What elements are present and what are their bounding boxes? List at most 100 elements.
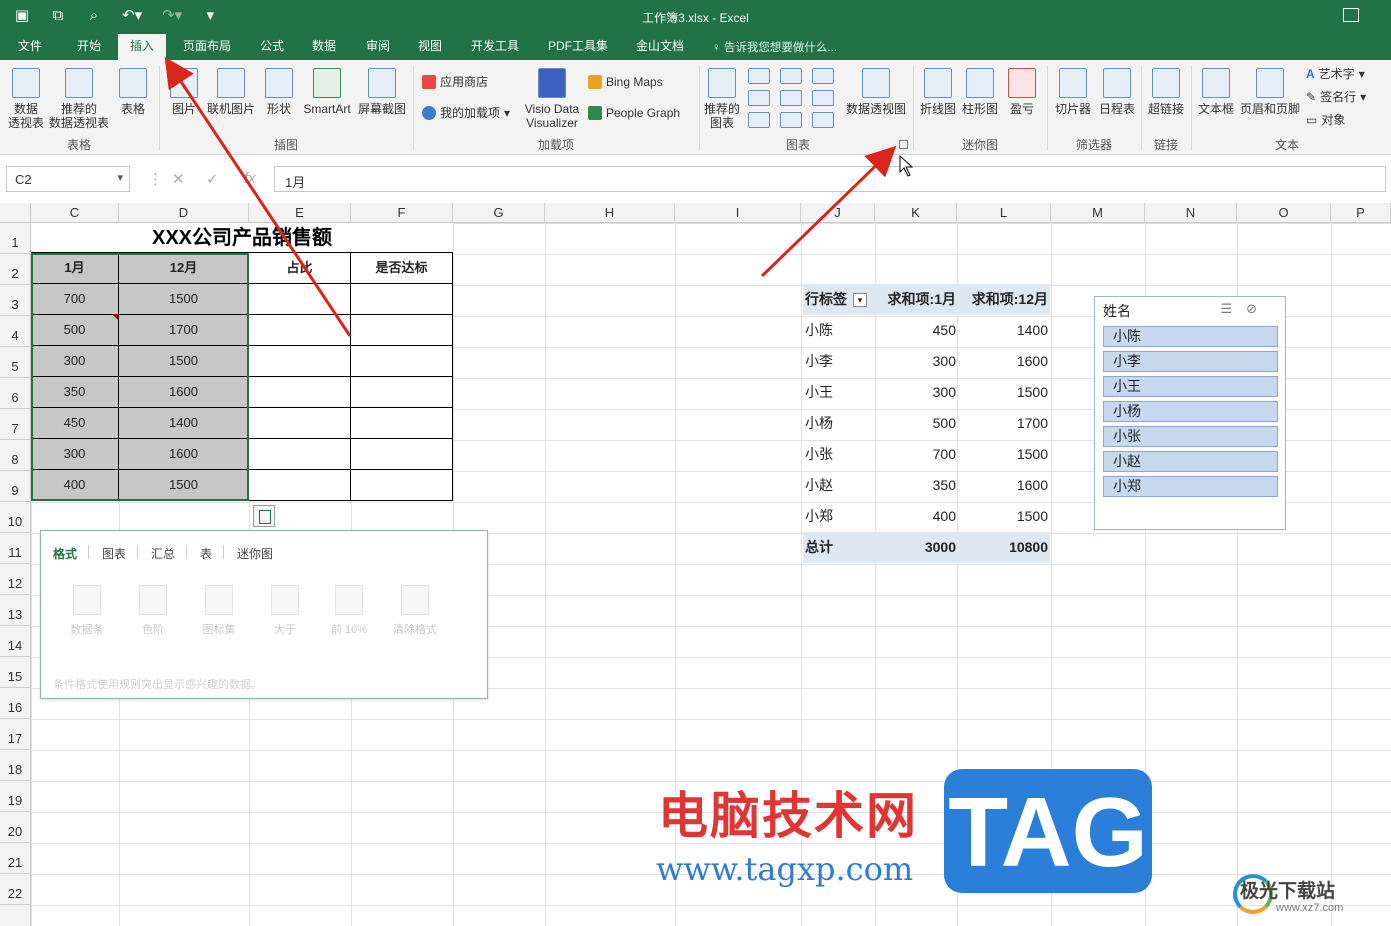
pivot-cell[interactable]: 1500	[958, 377, 1050, 408]
quick-analysis-button[interactable]	[253, 505, 275, 527]
slicer-item[interactable]: 小陈	[1103, 326, 1278, 347]
pivot-cell[interactable]: 1400	[958, 315, 1050, 346]
table-cell[interactable]: 300	[31, 346, 119, 377]
pivot-total-cell[interactable]: 10800	[958, 532, 1050, 563]
wordart-button[interactable]: A 艺术字 ▾	[1306, 66, 1365, 82]
pivot-cell[interactable]: 小张	[803, 439, 878, 470]
pivot-header-cell[interactable]: 求和项:1月	[878, 284, 958, 315]
pivot-cell[interactable]: 小赵	[803, 470, 878, 501]
hierarchy-chart-icon[interactable]	[780, 68, 802, 84]
pivot-cell[interactable]: 小王	[803, 377, 878, 408]
pivot-cell[interactable]: 1500	[958, 501, 1050, 532]
column-header-K[interactable]: K	[875, 203, 957, 223]
store-button[interactable]: 应用商店	[422, 74, 488, 90]
sheet-title[interactable]: XXX公司产品销售额	[31, 223, 453, 253]
pictures-button[interactable]: 图片	[167, 68, 201, 116]
filter-dropdown-icon[interactable]: ▾	[853, 293, 867, 308]
row-header-19[interactable]: 19	[0, 781, 30, 812]
tab-review[interactable]: 审阅	[356, 34, 400, 60]
qa-tab-tables[interactable]: 表	[200, 545, 212, 562]
row-header-10[interactable]: 10	[0, 502, 30, 533]
hyperlink-button[interactable]: 超链接	[1145, 68, 1187, 116]
pivot-total-cell[interactable]: 3000	[878, 532, 958, 563]
tab-file[interactable]: 文件	[8, 34, 52, 60]
row-header-21[interactable]: 21	[0, 843, 30, 874]
formula-input[interactable]: 1月	[274, 166, 1386, 192]
slicer-item[interactable]: 小郑	[1103, 476, 1278, 497]
tab-kingsoft-docs[interactable]: 金山文档	[626, 34, 694, 60]
radar-chart-icon[interactable]	[812, 112, 834, 128]
tab-home[interactable]: 开始	[66, 34, 112, 60]
restore-window-icon[interactable]	[1343, 8, 1359, 22]
winloss-sparkline-button[interactable]: 盈亏	[1004, 68, 1040, 116]
pivot-cell[interactable]: 700	[878, 439, 958, 470]
table-header-cell[interactable]: 1月	[31, 253, 119, 284]
table-cell[interactable]: 400	[31, 470, 119, 501]
column-header-P[interactable]: P	[1331, 203, 1391, 223]
pivot-cell[interactable]: 小杨	[803, 408, 878, 439]
column-header-E[interactable]: E	[249, 203, 351, 223]
column-header-I[interactable]: I	[675, 203, 801, 223]
tab-formulas[interactable]: 公式	[250, 34, 294, 60]
pivot-cell[interactable]: 小陈	[803, 315, 878, 346]
table-cell[interactable]	[249, 408, 351, 439]
insert-function-icon[interactable]: fx	[244, 170, 256, 187]
row-header-20[interactable]: 20	[0, 812, 30, 843]
row-header-2[interactable]: 2	[0, 254, 30, 285]
row-header-3[interactable]: 3	[0, 285, 30, 316]
shapes-button[interactable]: 形状	[262, 68, 296, 116]
row-header-14[interactable]: 14	[0, 626, 30, 657]
qa-tab-totals[interactable]: 汇总	[151, 545, 175, 562]
bing-maps-button[interactable]: Bing Maps	[588, 74, 663, 90]
pivot-cell[interactable]: 350	[878, 470, 958, 501]
chart-dialog-launcher-icon[interactable]	[899, 140, 908, 149]
qa-color-scale[interactable]: 色阶	[131, 585, 175, 637]
row-header-5[interactable]: 5	[0, 347, 30, 378]
table-cell[interactable]	[351, 315, 453, 346]
column-header-M[interactable]: M	[1051, 203, 1145, 223]
column-chart-icon[interactable]	[748, 68, 770, 84]
tell-me-search[interactable]: ♀ 告诉我您想要做什么...	[712, 39, 837, 55]
qa-tab-sparklines[interactable]: 迷你图	[237, 545, 273, 562]
column-header-F[interactable]: F	[351, 203, 453, 223]
pivot-total-cell[interactable]: 总计	[803, 532, 878, 563]
table-cell[interactable]: 700	[31, 284, 119, 315]
qa-top-10[interactable]: 前 10%	[327, 585, 371, 637]
pivot-cell[interactable]: 300	[878, 377, 958, 408]
tab-developer[interactable]: 开发工具	[462, 34, 528, 60]
name-box[interactable]: C2	[6, 166, 130, 192]
table-cell[interactable]: 450	[31, 408, 119, 439]
table-cell[interactable]	[249, 439, 351, 470]
people-graph-button[interactable]: People Graph	[588, 105, 680, 121]
column-header-C[interactable]: C	[31, 203, 119, 223]
slicer-item[interactable]: 小杨	[1103, 401, 1278, 422]
combo-chart-icon[interactable]	[812, 90, 834, 106]
column-header-G[interactable]: G	[453, 203, 545, 223]
pivot-chart-button[interactable]: 数据透视图	[844, 68, 908, 116]
tab-pdf-tools[interactable]: PDF工具集	[540, 34, 616, 60]
select-all-button[interactable]	[0, 203, 31, 223]
table-header-cell[interactable]: 占比	[249, 253, 351, 284]
visio-visualizer-button[interactable]: Visio Data Visualizer	[520, 68, 584, 130]
table-header-cell[interactable]: 是否达标	[351, 253, 453, 284]
scatter-chart-icon[interactable]	[780, 112, 802, 128]
pivot-cell[interactable]: 1700	[958, 408, 1050, 439]
qa-tab-charts[interactable]: 图表	[102, 545, 126, 562]
qa-tab-format[interactable]: 格式	[53, 545, 77, 562]
slicer-item[interactable]: 小张	[1103, 426, 1278, 447]
row-header-15[interactable]: 15	[0, 657, 30, 688]
pivot-cell[interactable]: 450	[878, 315, 958, 346]
row-header-1[interactable]: 1	[0, 223, 30, 254]
row-header-9[interactable]: 9	[0, 471, 30, 502]
tab-data[interactable]: 数据	[302, 34, 346, 60]
pivot-header-cell[interactable]: 行标签 ▾	[803, 284, 878, 315]
column-header-O[interactable]: O	[1237, 203, 1331, 223]
textbox-button[interactable]: 文本框	[1196, 68, 1236, 116]
table-cell[interactable]	[351, 346, 453, 377]
row-header-4[interactable]: 4	[0, 316, 30, 347]
header-footer-button[interactable]: 页眉和页脚	[1238, 68, 1302, 116]
clear-filter-icon[interactable]: ⊘	[1246, 301, 1271, 316]
table-cell[interactable]: 1600	[119, 377, 249, 408]
pivot-cell[interactable]: 1500	[958, 439, 1050, 470]
signature-line-button[interactable]: ✎ 签名行 ▾	[1306, 89, 1366, 105]
